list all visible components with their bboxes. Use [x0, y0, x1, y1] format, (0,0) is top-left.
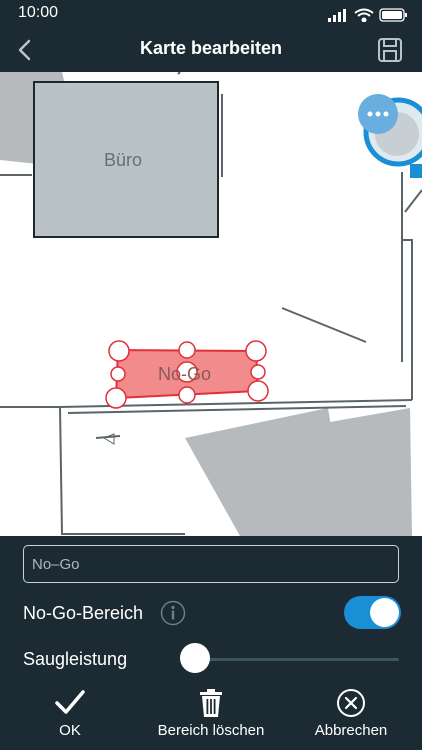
info-icon[interactable]: [160, 600, 186, 626]
delete-area-label: Bereich löschen: [157, 722, 265, 739]
zone-name-input[interactable]: [23, 545, 399, 583]
nogo-handle: [105, 387, 127, 409]
nogo-toggle[interactable]: [344, 596, 401, 629]
nogo-handle: [178, 341, 196, 359]
save-icon[interactable]: [376, 36, 404, 64]
map-drawing: [0, 72, 422, 536]
edit-panel: No-Go-Bereich Saugleistung OK Bereich lö…: [0, 536, 422, 750]
nogo-handle: [110, 366, 126, 382]
battery-icon: [379, 8, 407, 22]
more-options-icon: [358, 94, 398, 134]
cancel-button[interactable]: Abbrechen: [305, 688, 397, 748]
delete-area-button[interactable]: Bereich löschen: [145, 688, 277, 748]
nogo-handle: [108, 340, 130, 362]
status-time: 10:00: [18, 4, 59, 21]
obstacle-area: [320, 408, 412, 536]
nogo-handle: [178, 386, 196, 404]
ok-button[interactable]: OK: [40, 688, 100, 748]
nogo-handle: [245, 340, 267, 362]
wall: [59, 406, 185, 535]
checkmark-icon: [55, 690, 85, 714]
status-bar: 10:00: [0, 0, 422, 28]
page-title: Karte bearbeiten: [139, 38, 283, 58]
map-canvas[interactable]: Büro No-Go: [0, 72, 422, 536]
ok-label: OK: [59, 722, 81, 739]
nogo-toggle-label: No-Go-Bereich: [23, 603, 144, 623]
suction-slider-thumb[interactable]: [180, 643, 210, 673]
status-icons: [328, 8, 407, 22]
suction-slider-track[interactable]: [195, 658, 399, 661]
map-trace: [102, 433, 115, 445]
cancel-label: Abbrechen: [314, 722, 388, 739]
wall: [404, 189, 422, 213]
suction-label: Saugleistung: [23, 649, 128, 669]
toggle-knob: [370, 598, 399, 627]
nogo-handle: [250, 364, 266, 380]
close-circle-icon: [337, 689, 365, 717]
wifi-icon: [354, 8, 374, 22]
room-label: Büro: [104, 150, 143, 170]
wall: [177, 72, 181, 75]
trash-icon: [200, 689, 222, 717]
nav-bar: Karte bearbeiten: [0, 28, 422, 72]
nogo-zone-label: No-Go: [158, 364, 212, 384]
signal-icon: [328, 9, 346, 22]
wall: [281, 307, 367, 343]
nogo-handle: [247, 380, 269, 402]
